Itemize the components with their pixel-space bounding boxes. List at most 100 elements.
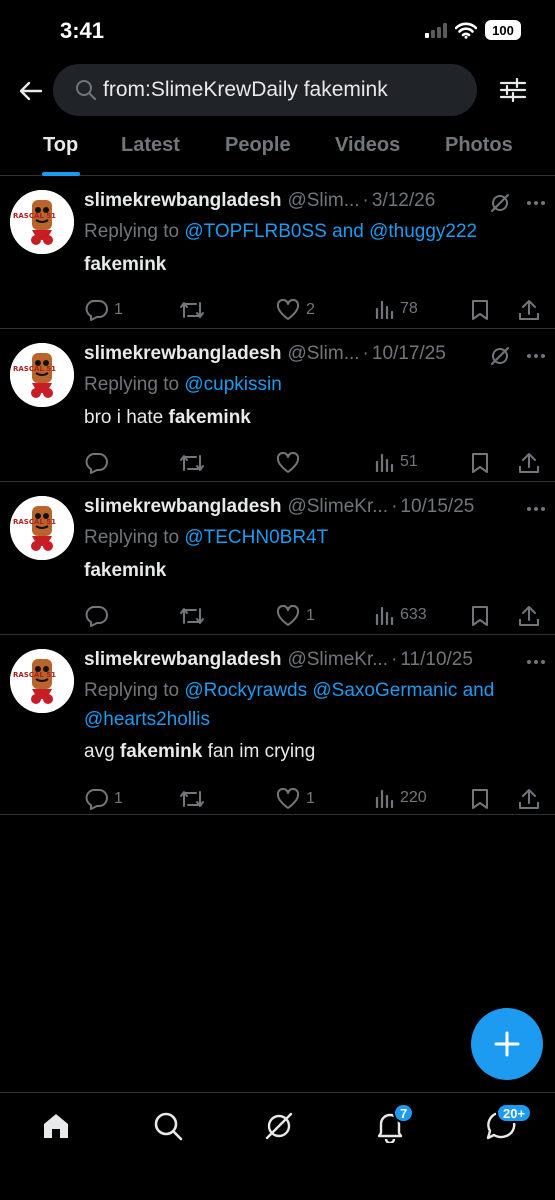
more-options-icon[interactable] <box>525 192 547 214</box>
bottom-navigation: 7 20+ <box>0 1092 555 1200</box>
back-arrow-icon <box>19 81 43 101</box>
retweet-button[interactable] <box>179 788 211 810</box>
views-button[interactable]: 633 <box>374 605 427 625</box>
bookmark-button[interactable] <box>470 605 490 627</box>
view-count: 78 <box>400 300 418 317</box>
retweet-button[interactable] <box>179 299 211 321</box>
post-date[interactable]: 10/17/25 <box>372 343 446 365</box>
view-count: 220 <box>400 789 427 806</box>
status-time: 3:41 <box>60 18 105 43</box>
views-chart-icon <box>375 453 394 472</box>
search-tabs: Top Latest People Videos Photos <box>0 124 555 176</box>
tweet-text: avg fakemink fan im crying <box>84 739 535 765</box>
avatar-text: RASCAL 51 <box>13 212 56 220</box>
like-count: 2 <box>306 301 315 318</box>
like-button[interactable]: 1 <box>276 605 315 627</box>
bookmark-button[interactable] <box>470 299 490 321</box>
tab-top[interactable]: Top <box>43 134 78 157</box>
nav-messages[interactable]: 20+ <box>484 1103 533 1143</box>
avatar[interactable]: RASCAL 51 <box>10 190 74 254</box>
tweet-text-post: fan im crying <box>202 741 316 762</box>
share-button[interactable] <box>518 452 540 474</box>
author-name[interactable]: slimekrewbangladesh <box>84 649 281 671</box>
tweet[interactable]: RASCAL 51 slimekrewbangladesh @Slim... · 3/1… <box>0 176 555 329</box>
retweet-button[interactable] <box>179 605 211 627</box>
author-name[interactable]: slimekrewbangladesh <box>84 496 281 518</box>
tab-photos[interactable]: Photos <box>445 134 513 157</box>
back-button[interactable] <box>14 74 48 108</box>
tweet[interactable]: RASCAL 51 slimekrewbangladesh @Slim... · 10/… <box>0 329 555 482</box>
post-date[interactable]: 10/15/25 <box>400 496 474 518</box>
separator-dot: · <box>362 190 369 211</box>
avatar-text: RASCAL 51 <box>13 365 56 373</box>
mention-links[interactable]: @cupkissin <box>184 374 281 395</box>
post-date[interactable]: 11/10/25 <box>400 649 473 671</box>
tweet[interactable]: RASCAL 51 slimekrewbangladesh @SlimeKr... ·… <box>0 635 555 815</box>
reply-button[interactable]: 1 <box>84 788 123 810</box>
nav-search[interactable] <box>151 1109 185 1143</box>
plus-icon <box>494 1031 520 1057</box>
mention-links[interactable]: @Rockyrawds @SaxoGermanic and <box>184 680 494 701</box>
tab-latest[interactable]: Latest <box>121 134 180 157</box>
reply-button[interactable] <box>84 605 114 627</box>
share-icon <box>519 606 539 626</box>
retweet-icon <box>180 302 204 318</box>
search-input[interactable]: from:SlimeKrewDaily fakemink <box>53 64 477 116</box>
share-button[interactable] <box>518 299 540 321</box>
tab-people[interactable]: People <box>225 134 291 157</box>
mention-links[interactable]: @TECHN0BR4T <box>184 527 328 548</box>
more-options-icon[interactable] <box>525 345 547 367</box>
bookmark-button[interactable] <box>470 788 490 810</box>
author-name[interactable]: slimekrewbangladesh <box>84 190 281 212</box>
reply-icon <box>85 789 108 810</box>
share-button[interactable] <box>518 605 540 627</box>
avatar[interactable]: RASCAL 51 <box>10 649 74 713</box>
post-date[interactable]: 3/12/26 <box>372 190 435 212</box>
author-handle[interactable]: @SlimeKr... <box>287 496 388 518</box>
share-icon <box>519 789 539 809</box>
reply-button[interactable] <box>84 452 114 474</box>
nav-notifications[interactable]: 7 <box>373 1103 415 1145</box>
mention-links[interactable]: @TOPFLRB0SS and @thuggy222 <box>184 221 477 242</box>
nav-home[interactable] <box>39 1109 73 1143</box>
retweet-button[interactable] <box>179 452 211 474</box>
avatar[interactable]: RASCAL 51 <box>10 343 74 407</box>
mention-links-line2[interactable]: @hearts2hollis <box>84 709 210 730</box>
bookmark-button[interactable] <box>470 452 490 474</box>
tweet[interactable]: RASCAL 51 slimekrewbangladesh @SlimeKr... ·… <box>0 482 555 635</box>
tab-videos[interactable]: Videos <box>335 134 400 157</box>
tweet-actions: 1 633 <box>84 605 543 631</box>
heart-icon <box>276 299 300 320</box>
like-button[interactable] <box>276 452 306 474</box>
views-chart-icon <box>375 789 394 808</box>
views-button[interactable]: 78 <box>374 299 418 319</box>
author-name[interactable]: slimekrewbangladesh <box>84 343 281 365</box>
replying-to-label: Replying to <box>84 527 180 548</box>
author-handle[interactable]: @SlimeKr... <box>287 649 388 671</box>
heart-icon <box>276 452 300 473</box>
author-handle[interactable]: @Slim... <box>287 343 359 365</box>
retweet-icon <box>180 455 204 471</box>
avatar[interactable]: RASCAL 51 <box>10 496 74 560</box>
replying-to-label: Replying to <box>84 221 180 242</box>
compose-post-button[interactable] <box>471 1008 543 1080</box>
tweet-text-highlight: fakemink <box>119 741 203 762</box>
more-options-icon[interactable] <box>525 498 547 520</box>
avatar-text: RASCAL 51 <box>13 518 56 526</box>
nav-grok[interactable] <box>262 1109 296 1143</box>
share-icon <box>519 300 539 320</box>
tweet-text-highlight: fakemink <box>84 560 167 581</box>
views-button[interactable]: 220 <box>374 788 427 808</box>
more-options-icon[interactable] <box>525 651 547 673</box>
avatar-text: RASCAL 51 <box>13 671 56 679</box>
views-button[interactable]: 51 <box>374 452 418 472</box>
author-handle[interactable]: @Slim... <box>287 190 359 212</box>
bookmark-icon <box>472 300 488 320</box>
tweet-text: bro i hate fakemink <box>84 405 535 431</box>
like-button[interactable]: 2 <box>276 299 315 321</box>
filter-sliders-icon[interactable] <box>497 74 529 106</box>
reply-button[interactable]: 1 <box>84 299 123 321</box>
tweet-text-highlight: fakemink <box>168 407 251 428</box>
like-button[interactable]: 1 <box>276 788 315 810</box>
share-button[interactable] <box>518 788 540 810</box>
